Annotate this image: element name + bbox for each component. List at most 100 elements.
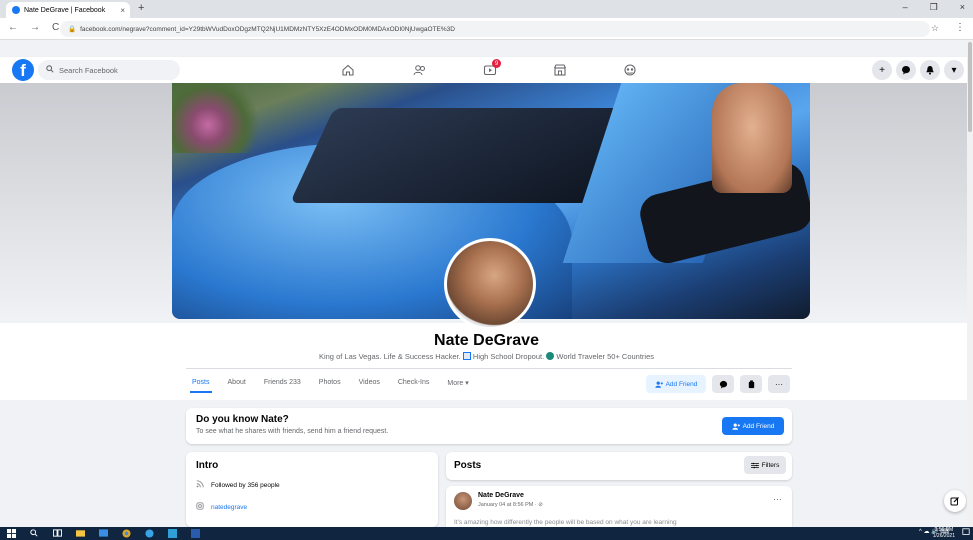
profile-tabs: Posts About Friends 233 Photos Videos Ch… <box>190 374 471 393</box>
globe-emoji-icon <box>546 352 555 360</box>
tab-videos[interactable]: Videos <box>357 374 382 393</box>
intro-card: Intro Followed by 356 people natedegrave <box>186 452 438 527</box>
browser-toolbar: ← → C 🔒 facebook.com/negrave?comment_id=… <box>0 18 973 40</box>
filters-label: Filters <box>761 461 780 469</box>
post-options-button[interactable]: ··· <box>773 494 782 504</box>
reload-button[interactable]: C <box>52 22 59 33</box>
tab-about[interactable]: About <box>226 374 248 393</box>
know-subtitle: To see what he shares with friends, send… <box>196 428 389 435</box>
search-placeholder: Search Facebook <box>59 65 118 75</box>
facebook-logo[interactable]: f <box>12 59 34 81</box>
home-icon[interactable] <box>338 61 358 79</box>
add-friend-button[interactable]: Add Friend <box>646 375 706 393</box>
windows-taskbar: ^ ☁ 🔊 ⌨ 3:56 PM 1/26/2021 <box>0 527 973 540</box>
marketplace-icon[interactable] <box>550 61 570 79</box>
filters-button[interactable]: Filters <box>744 456 786 474</box>
post-timestamp[interactable]: January 04 at 8:56 PM · ⊘ <box>478 502 543 508</box>
chrome-icon[interactable] <box>121 528 131 538</box>
tab-more[interactable]: More ▾ <box>445 374 470 393</box>
app-icon[interactable] <box>167 528 177 538</box>
friends-icon[interactable] <box>410 61 430 79</box>
close-window-button[interactable]: × <box>960 2 965 13</box>
account-menu-button[interactable]: ▾ <box>944 60 964 80</box>
add-friend-label: Add Friend <box>665 380 698 388</box>
friend-suggestion-card: Do you know Nate? To see what he shares … <box>186 408 792 444</box>
more-dots-icon: ··· <box>775 379 783 389</box>
back-button[interactable]: ← <box>8 22 18 33</box>
clock-date: 1/26/2021 <box>932 533 955 539</box>
profile-name: Nate DeGrave <box>434 332 539 349</box>
new-message-button[interactable] <box>944 490 966 512</box>
tab-posts[interactable]: Posts <box>190 374 212 393</box>
file-explorer-icon[interactable] <box>75 528 85 538</box>
intro-title: Intro <box>196 460 219 471</box>
facebook-header: f Search Facebook 9 + ▾ <box>0 57 973 83</box>
post-author[interactable]: Nate DeGrave <box>478 492 524 499</box>
know-title: Do you know Nate? <box>196 414 289 425</box>
avatar[interactable] <box>444 238 536 330</box>
cover-plant-shape <box>172 83 262 153</box>
instagram-link[interactable]: natedegrave <box>211 504 247 511</box>
browser-menu-button[interactable]: ⋮ <box>955 22 965 33</box>
messenger-icon <box>719 380 727 389</box>
tab-close-button[interactable]: × <box>120 6 125 15</box>
add-friend-primary-button[interactable]: Add Friend <box>722 417 784 435</box>
follow-button[interactable] <box>740 375 762 393</box>
forward-button[interactable]: → <box>30 22 40 33</box>
message-button[interactable] <box>712 375 734 393</box>
plus-icon: + <box>879 64 885 76</box>
rss-icon <box>196 480 204 490</box>
add-friend-primary-label: Add Friend <box>742 422 775 430</box>
followers-row: Followed by 356 people <box>196 480 280 490</box>
messenger-button[interactable] <box>896 60 916 80</box>
watch-icon[interactable]: 9 <box>480 59 501 79</box>
bookmark-star-icon[interactable]: ☆ <box>931 23 939 34</box>
instagram-row: natedegrave <box>196 502 247 512</box>
profile-bio: King of Las Vegas. Life & Success Hacker… <box>0 352 973 361</box>
maximize-button[interactable]: ❐ <box>930 2 938 13</box>
more-options-button[interactable]: ··· <box>768 375 790 393</box>
store-icon[interactable] <box>98 528 108 538</box>
cover-car-window-shape <box>289 108 635 203</box>
cover-person-shape <box>712 83 792 193</box>
followed-text: Followed by 356 people <box>211 481 280 489</box>
watch-notification-badge: 9 <box>492 59 501 68</box>
scrollbar-thumb[interactable] <box>968 42 972 132</box>
bio-text-2: High School Dropout. <box>472 352 545 361</box>
compose-icon <box>950 497 959 506</box>
tab-check-ins[interactable]: Check-Ins <box>396 374 432 393</box>
tab-title: Nate DeGrave | Facebook <box>24 6 106 14</box>
follow-icon <box>748 379 754 388</box>
post-card: Nate DeGrave January 04 at 8:56 PM · ⊘ ·… <box>446 486 792 527</box>
browser-tab[interactable]: Nate DeGrave | Facebook × <box>6 2 130 18</box>
instagram-icon <box>196 502 204 512</box>
address-bar[interactable]: 🔒 facebook.com/negrave?comment_id=Y29tbW… <box>60 21 930 37</box>
checkbox-emoji-icon <box>462 352 471 360</box>
edge-icon[interactable] <box>144 528 154 538</box>
task-view-icon[interactable] <box>52 528 62 538</box>
page-scrollbar[interactable] <box>967 40 973 527</box>
search-input[interactable]: Search Facebook <box>38 60 180 80</box>
facebook-favicon-icon <box>12 6 20 14</box>
taskbar-icons <box>6 528 200 538</box>
add-friend-icon <box>654 381 663 388</box>
notifications-button[interactable] <box>920 60 940 80</box>
tab-photos[interactable]: Photos <box>317 374 343 393</box>
tab-friends[interactable]: Friends 233 <box>262 374 303 393</box>
bell-icon <box>926 66 934 75</box>
filters-icon <box>750 462 759 468</box>
word-icon[interactable] <box>190 528 200 538</box>
post-avatar[interactable] <box>454 492 472 510</box>
bio-text-1: King of Las Vegas. Life & Success Hacker… <box>318 352 461 361</box>
nav-buttons: ← → C <box>8 22 59 33</box>
new-tab-button[interactable]: + <box>138 2 144 14</box>
taskbar-clock[interactable]: 3:56 PM 1/26/2021 <box>933 527 955 539</box>
windows-start-icon[interactable] <box>6 528 16 538</box>
notification-center-icon[interactable] <box>962 528 970 538</box>
window-controls: – ❐ × <box>903 2 965 13</box>
create-button[interactable]: + <box>872 60 892 80</box>
groups-icon[interactable] <box>620 61 640 79</box>
search-icon[interactable] <box>29 528 39 538</box>
minimize-button[interactable]: – <box>903 2 908 13</box>
chevron-down-icon: ▾ <box>951 64 957 76</box>
